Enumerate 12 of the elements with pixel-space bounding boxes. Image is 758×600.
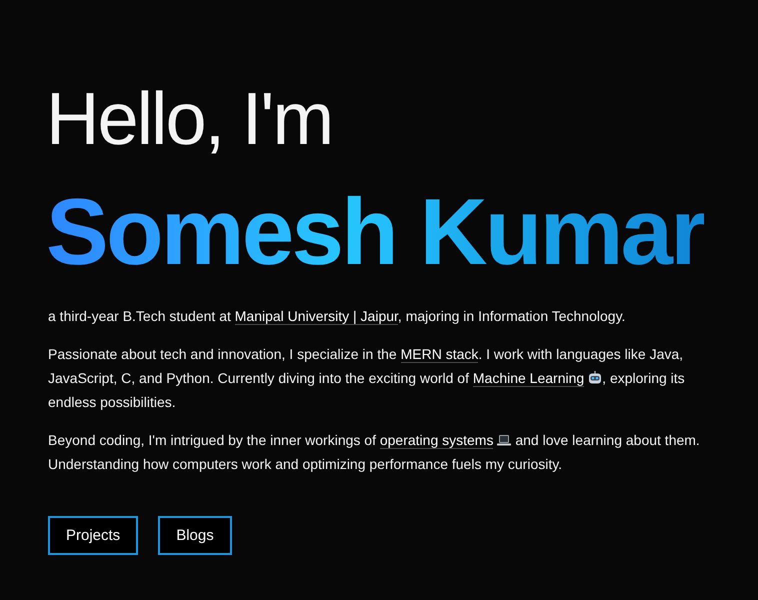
- bio-paragraph: Beyond coding, I'm intrigued by the inner workings of operating systems and love learning about them. Understanding how computers work and optimizing performance fuels my curiosity.: [48, 431, 701, 474]
- text-link[interactable]: operating systems: [380, 432, 494, 449]
- nav-button[interactable]: Blogs: [158, 516, 232, 555]
- robot-icon: [588, 371, 602, 385]
- text-link[interactable]: Manipal University | Jaipur: [234, 308, 398, 325]
- laptop-icon: [497, 433, 512, 447]
- nav-button[interactable]: Projects: [48, 516, 138, 555]
- text-link[interactable]: MERN stack: [400, 346, 478, 363]
- greeting-heading: Hello, I'm: [46, 76, 332, 162]
- bio-paragraph: a third-year B.Tech student at Manipal University | Jaipur, majoring in Information Technology.: [48, 307, 626, 327]
- text-link[interactable]: Machine Learning: [472, 370, 584, 387]
- bio-paragraph: Passionate about tech and innovation, I specialize in the MERN stack. I work with languages like Java, JavaScript, C, and Python. Currently diving into the exciting world of Machine Learning , exploring its endless possibilities.: [48, 345, 686, 412]
